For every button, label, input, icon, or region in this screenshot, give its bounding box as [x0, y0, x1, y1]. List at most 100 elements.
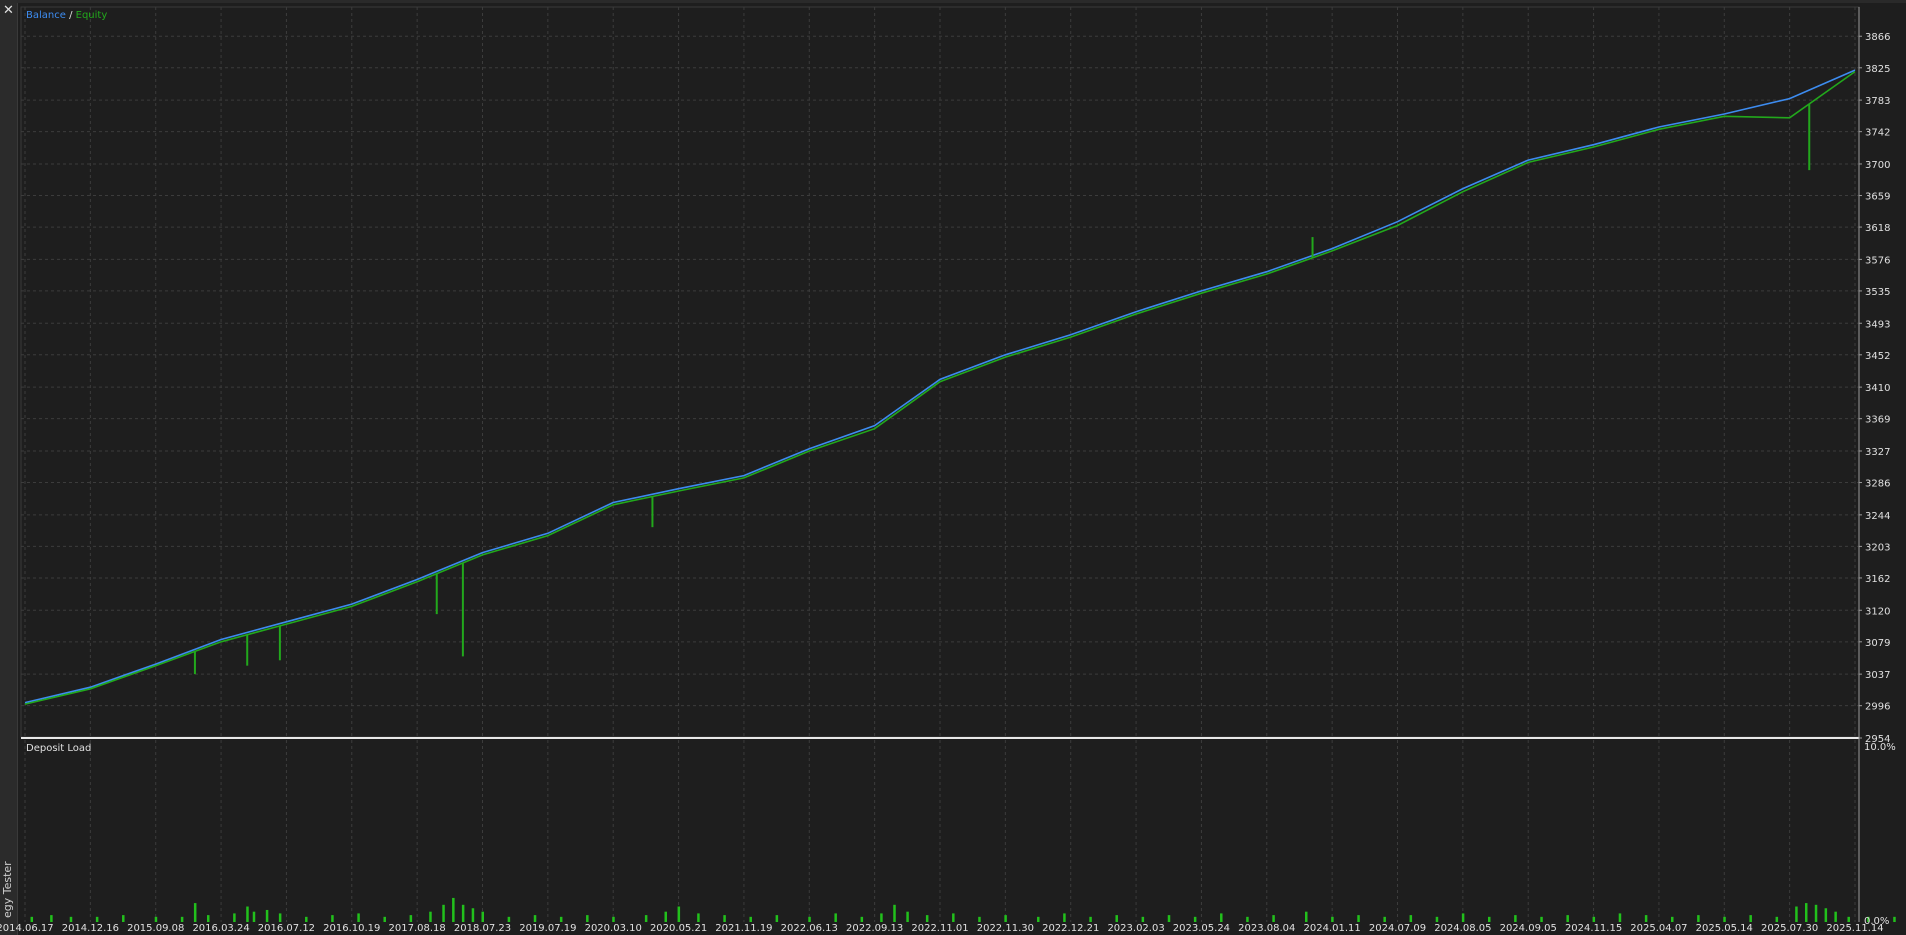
y-axis-ticks: 2954299630373079312031623203324432863327…: [1859, 32, 1890, 745]
deposit-load-bar: [1723, 916, 1726, 922]
x-tick-label: 2021.11.19: [715, 923, 772, 934]
y-tick-label: 3825: [1865, 64, 1890, 75]
deposit-load-bar: [644, 915, 648, 922]
y-tick-label: 3079: [1865, 638, 1890, 649]
x-tick-label: 2016.03.24: [192, 923, 249, 934]
deposit-load-bar: [860, 916, 864, 922]
y-tick-label: 3369: [1865, 415, 1890, 426]
x-tick-label: 2022.06.13: [781, 923, 838, 934]
deposit-load-bar: [1115, 915, 1118, 922]
x-tick-label: 2020.03.10: [585, 923, 642, 934]
y-tick-label: 3203: [1865, 542, 1890, 553]
deposit-load-bar: [1357, 915, 1360, 922]
deposit-load-bar: [69, 916, 73, 922]
deposit-load-bar: [834, 913, 837, 922]
y-tick-label: 3576: [1865, 255, 1890, 266]
deposit-load-bar: [1592, 916, 1596, 922]
deposit-load-bar: [978, 916, 981, 922]
deposit-load-bar: [1409, 915, 1413, 922]
deposit-load-bar: [122, 915, 125, 922]
y-tick-label: 2996: [1865, 702, 1890, 713]
deposit-load-bar: [429, 911, 432, 922]
x-tick-label: 2016.07.12: [258, 923, 315, 934]
deposit-load-bar: [305, 916, 308, 922]
deposit-load-min-tick: 0.0%: [1864, 916, 1889, 927]
x-tick-label: 2014.06.17: [0, 923, 54, 934]
deposit-load-bar: [1435, 916, 1439, 922]
deposit-load-bar: [207, 915, 210, 922]
x-tick-label: 2025.04.07: [1630, 923, 1687, 934]
deposit-load-bar: [154, 916, 158, 922]
deposit-load-bar: [775, 915, 779, 922]
deposit-load-bar: [442, 904, 445, 922]
x-tick-label: 2022.11.30: [977, 923, 1034, 934]
deposit-load-bar: [331, 915, 334, 922]
deposit-load-bar: [265, 909, 269, 922]
y-tick-label: 3037: [1865, 670, 1890, 681]
x-tick-label: 2023.08.04: [1238, 923, 1295, 934]
deposit-load-bar: [278, 913, 282, 922]
legend-equity: Equity: [76, 10, 108, 21]
x-tick-label: 2024.09.05: [1500, 923, 1557, 934]
deposit-load-bar: [1004, 915, 1007, 922]
deposit-load-bar: [723, 915, 726, 922]
deposit-load-bar: [50, 915, 53, 922]
y-tick-label: 3783: [1865, 96, 1890, 107]
x-tick-label: 2017.08.18: [389, 923, 446, 934]
deposit-load-bar: [357, 913, 360, 922]
main-grid: [21, 7, 1859, 738]
y-tick-label: 3120: [1865, 606, 1890, 617]
x-tick-label: 2014.12.16: [62, 923, 119, 934]
deposit-load-bar: [1893, 916, 1896, 922]
deposit-load-bar: [1246, 916, 1249, 922]
legend: Balance / Equity: [26, 10, 107, 21]
x-tick-label: 2025.05.14: [1696, 923, 1753, 934]
deposit-load-bar: [697, 913, 700, 922]
x-tick-label: 2018.07.23: [454, 923, 511, 934]
deposit-load-bar: [1775, 916, 1779, 922]
deposit-load-bar: [612, 916, 615, 922]
deposit-load-bar: [906, 911, 909, 922]
x-axis-ticks: 2014.06.17 2014.12.16 2015.09.08 2016.03.24…: [0, 923, 1884, 934]
deposit-load-bar: [533, 915, 537, 922]
x-tick-label: 2023.02.03: [1107, 923, 1164, 934]
deposit-load-bar: [246, 906, 249, 922]
y-tick-label: 3618: [1865, 223, 1890, 234]
x-tick-label: 2024.11.15: [1565, 923, 1622, 934]
deposit-load-bar: [507, 916, 511, 922]
deposit-load-bar: [1220, 913, 1223, 922]
x-tick-label: 2020.05.21: [650, 923, 707, 934]
deposit-load-bar: [1834, 911, 1837, 922]
y-tick-label: 3535: [1865, 287, 1890, 298]
deposit-load-bars: [30, 897, 1896, 922]
x-tick-label: 2016.10.19: [323, 923, 380, 934]
deposit-load-bar: [1824, 908, 1828, 922]
deposit-load-bar: [1566, 915, 1569, 922]
deposit-load-bar: [1749, 915, 1752, 922]
deposit-load-bar: [481, 911, 484, 922]
deposit-load-bar: [1167, 915, 1171, 922]
deposit-load-bar: [383, 916, 386, 922]
x-tick-label: 2022.09.13: [846, 923, 903, 934]
strategy-tester-graph: 2954299630373079312031623203324432863327…: [0, 6, 1896, 934]
x-tick-label: 2024.07.09: [1369, 923, 1426, 934]
x-tick-label: 2019.07.19: [519, 923, 576, 934]
y-tick-label: 3327: [1865, 447, 1890, 458]
deposit-load-bar: [30, 916, 34, 922]
deposit-load-bar: [1540, 916, 1543, 922]
deposit-load-bar: [559, 916, 563, 922]
deposit-load-bar: [193, 903, 197, 922]
y-tick-label: 3162: [1865, 574, 1890, 585]
deposit-load-bar: [1514, 915, 1517, 922]
y-tick-label: 3742: [1865, 128, 1890, 139]
deposit-load-bar: [1644, 915, 1648, 922]
deposit-load-title: Deposit Load: [26, 743, 91, 754]
y-tick-label: 3659: [1865, 192, 1890, 203]
deposit-load-bar: [1488, 916, 1491, 922]
y-tick-label: 3410: [1865, 383, 1890, 394]
y-tick-label: 3244: [1865, 511, 1890, 522]
deposit-load-bar: [808, 916, 811, 922]
x-tick-label: 2022.11.01: [911, 923, 968, 934]
deposit-load-bar: [1331, 916, 1334, 922]
deposit-load-bar: [664, 911, 667, 922]
